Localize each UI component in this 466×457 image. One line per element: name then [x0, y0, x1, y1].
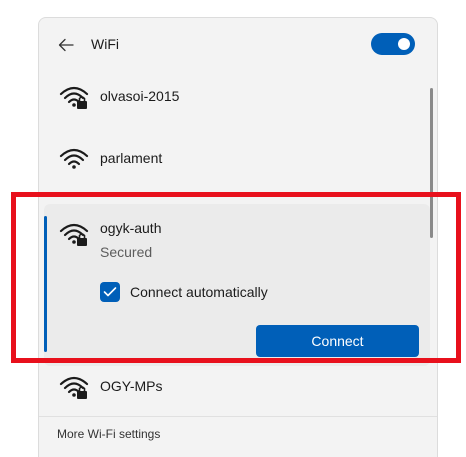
network-item-parlament[interactable]: parlament: [39, 138, 437, 178]
network-name: ogyk-auth: [100, 220, 162, 236]
network-name: OGY-MPs: [100, 378, 163, 394]
wifi-secured-icon: [59, 376, 89, 399]
network-item-olvasoi-2015[interactable]: olvasoi-2015: [39, 76, 437, 116]
selected-indicator: [44, 216, 47, 352]
connect-automatically-label: Connect automatically: [130, 284, 268, 300]
network-status: Secured: [100, 244, 153, 260]
scrollbar[interactable]: [430, 88, 433, 238]
wifi-header: WiFi: [39, 18, 437, 74]
network-name: parlament: [100, 150, 163, 166]
connect-automatically-checkbox[interactable]: [100, 282, 120, 302]
back-arrow-icon[interactable]: [57, 36, 75, 54]
network-item-ogyk-auth[interactable]: ogyk-auth Secured Connect automatically …: [44, 204, 430, 366]
connect-button[interactable]: Connect: [256, 325, 419, 357]
wifi-secured-icon: [59, 223, 89, 246]
toggle-knob: [398, 38, 410, 50]
wifi-toggle[interactable]: [371, 33, 415, 55]
network-name: olvasoi-2015: [100, 88, 180, 104]
wifi-secured-icon: [59, 86, 89, 109]
network-item-ogy-mps[interactable]: OGY-MPs: [39, 366, 437, 406]
footer: More Wi-Fi settings: [39, 416, 437, 457]
page-title: WiFi: [91, 36, 119, 52]
checkmark-icon: [103, 287, 117, 297]
wifi-open-icon: [59, 148, 89, 169]
wifi-flyout: WiFi olvasoi-2015 parlament ogyk-auth Se…: [38, 17, 438, 457]
more-wifi-settings-link[interactable]: More Wi-Fi settings: [57, 427, 160, 441]
